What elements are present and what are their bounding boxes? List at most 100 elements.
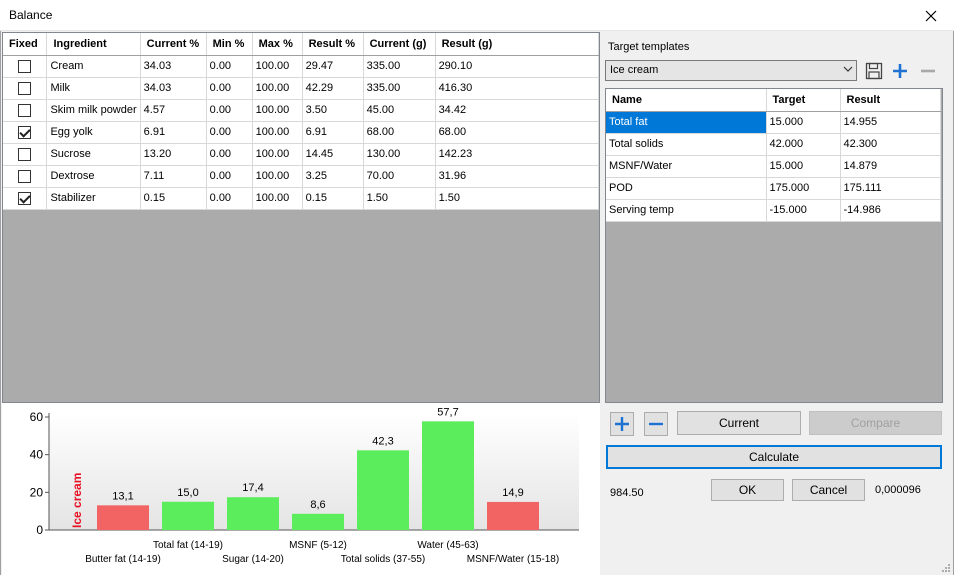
cell-current-pct[interactable]: 7.11 bbox=[140, 165, 207, 188]
cell-target[interactable]: 15.000 bbox=[766, 155, 841, 178]
cell-name[interactable]: Milk bbox=[46, 77, 141, 100]
ok-button[interactable]: OK bbox=[711, 479, 784, 501]
cell-result-g[interactable]: 34.42 bbox=[435, 99, 599, 122]
table-row[interactable]: Stabilizer 0.15 0.00 100.00 0.15 1.50 1.50 bbox=[3, 187, 599, 210]
cell-target[interactable]: -15.000 bbox=[766, 199, 841, 222]
template-select[interactable]: Ice cream bbox=[605, 60, 857, 81]
cancel-button[interactable]: Cancel bbox=[792, 479, 865, 501]
cell-name[interactable]: MSNF/Water bbox=[606, 155, 767, 178]
cell-result-g[interactable]: 290.10 bbox=[435, 55, 599, 78]
column-header[interactable]: Result % bbox=[302, 33, 364, 56]
cell-result-g[interactable]: 1.50 bbox=[435, 187, 599, 210]
cell-name[interactable]: Stabilizer bbox=[46, 187, 141, 210]
fixed-checkbox[interactable] bbox=[18, 81, 31, 95]
cell-name[interactable]: Serving temp bbox=[606, 199, 767, 222]
cell-max-pct[interactable]: 100.00 bbox=[252, 165, 303, 188]
cell-current-pct[interactable]: 4.57 bbox=[140, 99, 207, 122]
remove-row-button[interactable] bbox=[644, 412, 668, 436]
current-button[interactable]: Current bbox=[677, 411, 801, 435]
table-row[interactable]: Total solids 42.000 42.300 bbox=[606, 133, 941, 156]
cell-current-pct[interactable]: 13.20 bbox=[140, 143, 207, 166]
calculate-button[interactable]: Calculate bbox=[606, 445, 942, 469]
fixed-checkbox[interactable] bbox=[18, 125, 31, 139]
fixed-checkbox[interactable] bbox=[18, 191, 31, 205]
cell-current-g[interactable]: 45.00 bbox=[363, 99, 436, 122]
cell-name[interactable]: Sucrose bbox=[46, 143, 141, 166]
cell-max-pct[interactable]: 100.00 bbox=[252, 99, 303, 122]
cell-target[interactable]: 42.000 bbox=[766, 133, 841, 156]
cell-min-pct[interactable]: 0.00 bbox=[206, 165, 253, 188]
cell-current-pct[interactable]: 0.15 bbox=[140, 187, 207, 210]
cell-min-pct[interactable]: 0.00 bbox=[206, 55, 253, 78]
column-header[interactable]: Result (g) bbox=[435, 33, 599, 56]
table-row[interactable]: Total fat 15.000 14.955 bbox=[606, 111, 941, 134]
cell-name[interactable]: Total solids bbox=[606, 133, 767, 156]
resize-grip-icon[interactable] bbox=[941, 563, 951, 573]
cell-name[interactable]: POD bbox=[606, 177, 767, 200]
cell-result-pct[interactable]: 0.15 bbox=[302, 187, 364, 210]
cell-result-pct[interactable]: 14.45 bbox=[302, 143, 364, 166]
cell-result-pct[interactable]: 6.91 bbox=[302, 121, 364, 144]
table-row[interactable]: Serving temp -15.000 -14.986 bbox=[606, 199, 941, 222]
column-header[interactable]: Result bbox=[840, 89, 941, 112]
cell-max-pct[interactable]: 100.00 bbox=[252, 55, 303, 78]
cell-name[interactable]: Skim milk powder bbox=[46, 99, 141, 122]
cell-current-g[interactable]: 130.00 bbox=[363, 143, 436, 166]
table-row[interactable]: POD 175.000 175.111 bbox=[606, 177, 941, 200]
column-header[interactable]: Current (g) bbox=[363, 33, 436, 56]
add-row-button[interactable] bbox=[610, 412, 634, 436]
cell-result-pct[interactable]: 42.29 bbox=[302, 77, 364, 100]
fixed-checkbox[interactable] bbox=[18, 59, 31, 73]
fixed-checkbox[interactable] bbox=[18, 103, 31, 117]
cell-max-pct[interactable]: 100.00 bbox=[252, 187, 303, 210]
cell-result[interactable]: 175.111 bbox=[840, 177, 941, 200]
cell-current-g[interactable]: 68.00 bbox=[363, 121, 436, 144]
cell-current-g[interactable]: 1.50 bbox=[363, 187, 436, 210]
column-header[interactable]: Max % bbox=[252, 33, 303, 56]
cell-max-pct[interactable]: 100.00 bbox=[252, 77, 303, 100]
cell-min-pct[interactable]: 0.00 bbox=[206, 99, 253, 122]
cell-target[interactable]: 175.000 bbox=[766, 177, 841, 200]
cell-min-pct[interactable]: 0.00 bbox=[206, 121, 253, 144]
cell-max-pct[interactable]: 100.00 bbox=[252, 121, 303, 144]
cell-current-g[interactable]: 335.00 bbox=[363, 77, 436, 100]
cell-current-pct[interactable]: 34.03 bbox=[140, 55, 207, 78]
table-row[interactable]: Skim milk powder 4.57 0.00 100.00 3.50 45.00 3… bbox=[3, 99, 599, 122]
cell-result-g[interactable]: 142.23 bbox=[435, 143, 599, 166]
cell-max-pct[interactable]: 100.00 bbox=[252, 143, 303, 166]
targets-grid[interactable]: Name Target Result Total fat 15.000 14.955 To… bbox=[605, 88, 943, 403]
cell-result-pct[interactable]: 29.47 bbox=[302, 55, 364, 78]
cell-result-g[interactable]: 68.00 bbox=[435, 121, 599, 144]
table-row[interactable]: Milk 34.03 0.00 100.00 42.29 335.00 416.30 bbox=[3, 77, 599, 100]
cell-name[interactable]: Dextrose bbox=[46, 165, 141, 188]
column-header[interactable]: Target bbox=[766, 89, 841, 112]
cell-result-g[interactable]: 416.30 bbox=[435, 77, 599, 100]
fixed-checkbox[interactable] bbox=[18, 169, 31, 183]
cell-result-pct[interactable]: 3.25 bbox=[302, 165, 364, 188]
table-row[interactable]: Egg yolk 6.91 0.00 100.00 6.91 68.00 68.00 bbox=[3, 121, 599, 144]
cell-name[interactable]: Cream bbox=[46, 55, 141, 78]
cell-name[interactable]: Egg yolk bbox=[46, 121, 141, 144]
cell-result[interactable]: 42.300 bbox=[840, 133, 941, 156]
cell-result-g[interactable]: 31.96 bbox=[435, 165, 599, 188]
compare-button[interactable]: Compare bbox=[809, 411, 942, 435]
cell-min-pct[interactable]: 0.00 bbox=[206, 77, 253, 100]
column-header[interactable]: Name bbox=[606, 89, 767, 112]
cell-result[interactable]: 14.955 bbox=[840, 111, 941, 134]
table-row[interactable]: Sucrose 13.20 0.00 100.00 14.45 130.00 142.23 bbox=[3, 143, 599, 166]
column-header[interactable]: Fixed bbox=[3, 33, 48, 56]
cell-result[interactable]: -14.986 bbox=[840, 199, 941, 222]
cell-name[interactable]: Total fat bbox=[606, 111, 767, 134]
cell-target[interactable]: 15.000 bbox=[766, 111, 841, 134]
cell-current-pct[interactable]: 6.91 bbox=[140, 121, 207, 144]
remove-template-button[interactable] bbox=[917, 60, 939, 82]
cell-result-pct[interactable]: 3.50 bbox=[302, 99, 364, 122]
cell-current-g[interactable]: 70.00 bbox=[363, 165, 436, 188]
table-row[interactable]: Cream 34.03 0.00 100.00 29.47 335.00 290.10 bbox=[3, 55, 599, 78]
cell-current-pct[interactable]: 34.03 bbox=[140, 77, 207, 100]
cell-result[interactable]: 14.879 bbox=[840, 155, 941, 178]
fixed-checkbox[interactable] bbox=[18, 147, 31, 161]
column-header[interactable]: Ingredient bbox=[46, 33, 141, 56]
close-button[interactable] bbox=[908, 0, 954, 31]
cell-min-pct[interactable]: 0.00 bbox=[206, 187, 253, 210]
